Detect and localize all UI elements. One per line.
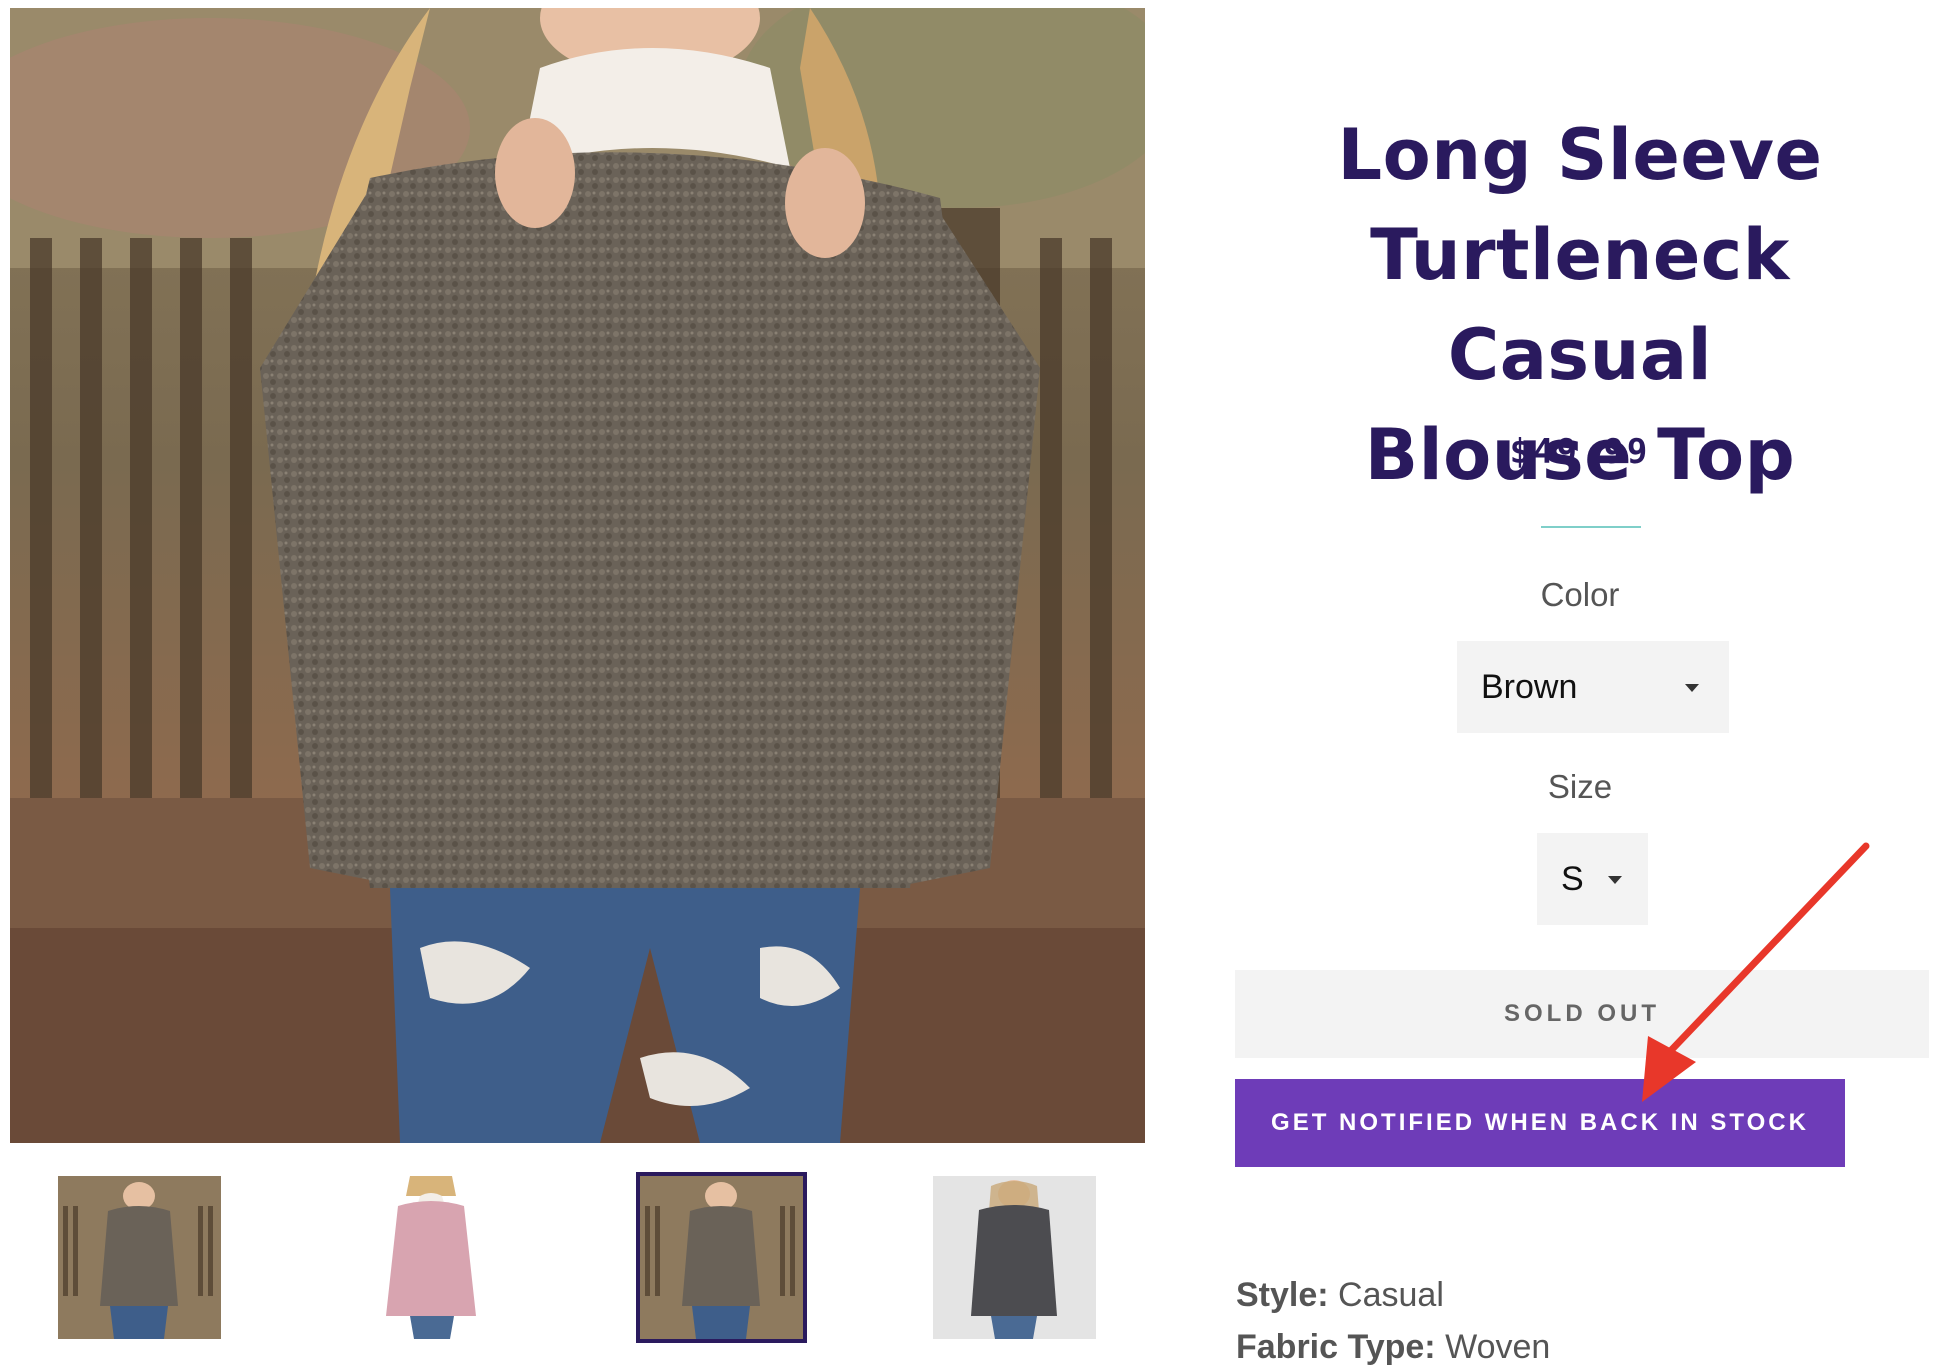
caret-down-icon: [1685, 684, 1699, 692]
spec-key: Style:: [1236, 1276, 1329, 1314]
title-line-2: Turtleneck Casual: [1370, 214, 1790, 396]
annotation-arrow-icon: [1642, 842, 1870, 1102]
thumbnail-2[interactable]: [350, 1176, 513, 1339]
color-label: Color: [1540, 576, 1620, 613]
divider: [1541, 526, 1641, 528]
color-select-value: Brown: [1481, 667, 1578, 706]
spec-key: Fabric Type:: [1236, 1328, 1436, 1366]
thumbnail-4[interactable]: [933, 1176, 1096, 1339]
spec-fabric-type: Fabric Type: Woven: [1236, 1328, 1550, 1367]
size-label: Size: [1547, 768, 1613, 805]
spec-value: Woven: [1445, 1328, 1551, 1366]
spec-style: Style: Casual: [1236, 1276, 1444, 1315]
spec-value: Casual: [1338, 1276, 1444, 1314]
main-product-image[interactable]: [10, 8, 1145, 1143]
title-line-1: Long Sleeve: [1337, 114, 1823, 196]
thumbnail-1[interactable]: [58, 1176, 221, 1339]
thumbnail-3[interactable]: [636, 1172, 807, 1343]
size-select-value: S: [1561, 859, 1584, 898]
product-price: $49.99: [1509, 432, 1651, 472]
color-select[interactable]: Brown: [1457, 641, 1729, 733]
